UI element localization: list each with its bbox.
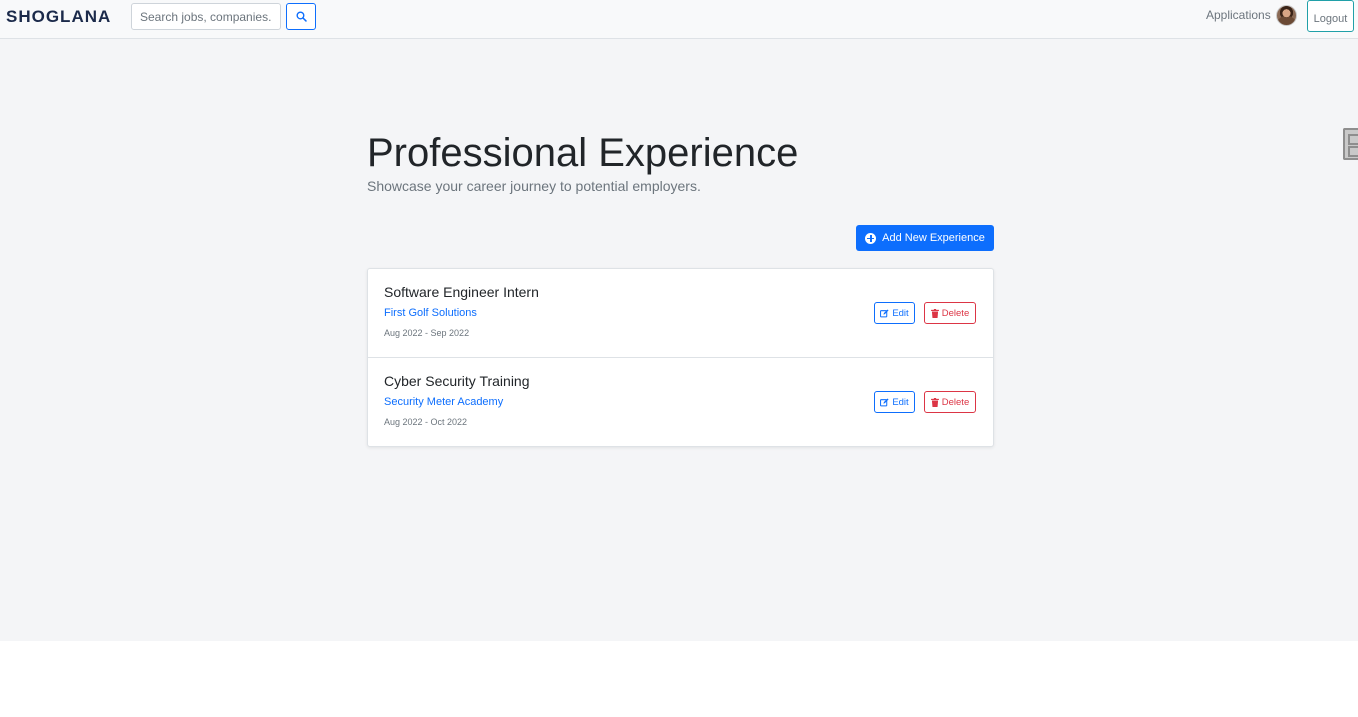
delete-label: Delete xyxy=(941,396,970,408)
top-navbar: SHOGLANA Applications Logout xyxy=(0,0,1358,39)
side-panel-handle-icon[interactable] xyxy=(1343,128,1358,160)
brand-logo[interactable]: SHOGLANA xyxy=(6,7,111,27)
avatar[interactable] xyxy=(1276,5,1297,26)
search-input[interactable] xyxy=(131,3,281,30)
trash-icon xyxy=(930,397,939,407)
plus-circle-icon xyxy=(865,232,877,244)
delete-button[interactable]: Delete xyxy=(924,302,976,324)
trash-icon xyxy=(930,308,939,318)
page-subtitle: Showcase your career journey to potentia… xyxy=(367,178,701,194)
edit-icon xyxy=(880,397,889,407)
experience-title: Software Engineer Intern xyxy=(384,284,539,300)
list-item: Software Engineer Intern First Golf Solu… xyxy=(368,269,993,358)
add-experience-button[interactable]: Add New Experience xyxy=(856,225,994,251)
delete-label: Delete xyxy=(941,307,970,319)
main-content: Professional Experience Showcase your ca… xyxy=(0,39,1358,641)
page-title: Professional Experience xyxy=(367,131,799,175)
edit-button[interactable]: Edit xyxy=(874,302,915,324)
experience-dates: Aug 2022 - Oct 2022 xyxy=(384,417,468,427)
edit-label: Edit xyxy=(892,307,909,319)
experience-title: Cyber Security Training xyxy=(384,373,530,389)
list-item: Cyber Security Training Security Meter A… xyxy=(368,358,993,446)
edit-button[interactable]: Edit xyxy=(874,391,915,413)
delete-button[interactable]: Delete xyxy=(924,391,976,413)
edit-icon xyxy=(880,308,889,318)
experience-dates: Aug 2022 - Sep 2022 xyxy=(384,328,470,338)
search-button[interactable] xyxy=(286,3,316,30)
search-icon xyxy=(295,11,307,22)
edit-label: Edit xyxy=(892,396,909,408)
experience-company-link[interactable]: First Golf Solutions xyxy=(384,307,477,319)
nav-link-applications[interactable]: Applications xyxy=(1206,8,1271,22)
add-experience-label: Add New Experience xyxy=(882,232,985,244)
experience-list: Software Engineer Intern First Golf Solu… xyxy=(367,268,994,447)
experience-company-link[interactable]: Security Meter Academy xyxy=(384,396,503,408)
logout-button[interactable]: Logout xyxy=(1307,0,1354,32)
